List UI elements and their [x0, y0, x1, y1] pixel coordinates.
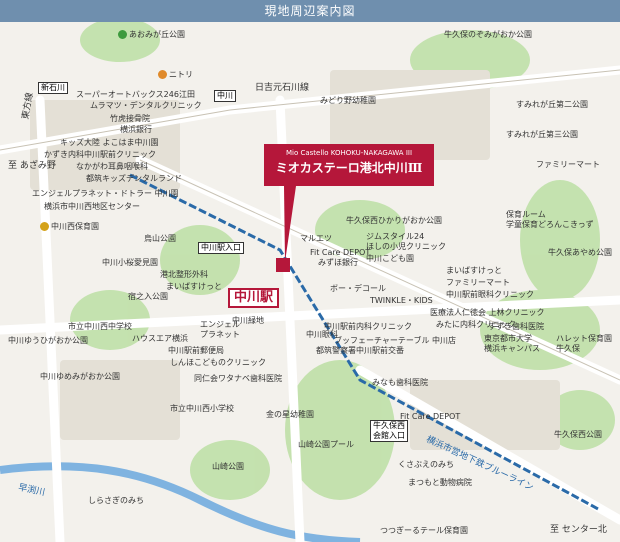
label-kin-hoshi: 金の星幼稚園 — [266, 410, 314, 419]
signal-shin-ishikawa: 新石川 — [38, 82, 68, 94]
property-name-en: Mio Castello KOHOKU-NAKAGAWA III — [285, 149, 413, 157]
label-fitcare: Fit Care DEPOT — [310, 248, 371, 257]
label-suzuki: すずき歯科医院 — [488, 322, 544, 331]
label-shinjo: しんほこどものクリニック — [170, 358, 266, 367]
label-ushikubo-ayame: 牛久保あやめ公園 — [548, 248, 612, 257]
label-yokohama-west: 横浜市中川西地区センター — [44, 202, 140, 211]
label-nakagawa-nishi: 中川西保育園 — [40, 222, 99, 232]
area-map: 現地周辺案内図 Mio Castello KOHOKU-NAKAGAWA III… — [0, 0, 620, 542]
label-minamo: みなも歯科医院 — [372, 378, 428, 387]
label-ushikubo-nozomi: 牛久保のぞみがおか公園 — [444, 30, 532, 39]
map-header: 現地周辺案内図 — [0, 0, 620, 22]
label-sumire3: すみれが丘第三公園 — [506, 130, 578, 139]
label-fitcare2: Fit Care DEPOT — [400, 412, 461, 421]
label-twinkle: TWINKLE・KIDS — [370, 296, 433, 305]
label-takeko: 竹虎接骨院 — [110, 114, 150, 123]
label-house-esu: ハウスエア横浜 — [132, 334, 188, 343]
label-tsuzuki-kids: 都筑キッズデンタルランド — [86, 174, 182, 183]
label-iryo: 医療法人仁徳会 上林クリニック — [430, 308, 545, 317]
road-hiyoshi: 日吉元石川線 — [255, 83, 310, 93]
label-mainosuke: まいばすけっと — [166, 282, 222, 291]
label-energy-planet: エンジェルプラネット・ドトラー 中川園 — [32, 189, 179, 198]
label-tsuzuki-police: 都筑警察署中川駅前交番 — [316, 346, 404, 355]
station-label: 中川駅 — [228, 288, 280, 308]
park-icon — [118, 30, 127, 39]
label-toriuchi: 宿之入公園 — [128, 292, 168, 301]
label-kids-osaka: キッズ大陸 よこはま中川園 — [60, 138, 159, 147]
label-kohoku-seikei: 港北整形外科 — [160, 270, 208, 279]
label-doujinkai: 同仁会ワタナベ歯科医院 — [194, 374, 282, 383]
signal-ushikubo: 牛久保西 会館入口 — [370, 420, 408, 442]
label-aominegaoka: あおみが丘公園 — [118, 30, 185, 40]
road-kusabue: くさぶえのみち — [398, 460, 454, 469]
map-base — [0, 18, 620, 542]
label-hoiku-room: 保育ルーム 学童保育どろんこきっず — [506, 210, 594, 229]
label-ichiritsu-chu: 市立中川西中学校 — [68, 322, 132, 331]
label-familymart2: ファミリーマート — [446, 278, 510, 287]
label-matsumoto: まつもと動物病院 — [408, 478, 472, 487]
label-mizuho: みずほ銀行 — [318, 258, 358, 267]
label-nakagawa-ganka: 中川眼科 — [306, 330, 338, 339]
signal-nakagawa: 中川 — [214, 90, 236, 102]
label-nitori: ニトリ — [158, 70, 193, 80]
school-icon — [40, 222, 49, 231]
label-ushikubo-hikari: 牛久保西ひかりがおか公園 — [346, 216, 442, 225]
label-nakagawa-yumemi: 中川ゆめみがおか公園 — [40, 372, 120, 381]
label-gym: ジムスタイル24 — [366, 232, 425, 241]
label-muramatsu: ムラマツ・デンタルクリニック — [90, 101, 202, 110]
property-name-jp: ミオカステーロ港北中川Ⅲ — [275, 161, 423, 175]
label-tsutsuji: つつぎーるテール保育園 — [380, 526, 468, 535]
label-yamasaki: 山崎公園 — [212, 462, 244, 471]
label-hoshino: ほしの小児クリニック — [366, 242, 446, 251]
property-callout: Mio Castello KOHOKU-NAKAGAWA III ミオカステーロ… — [264, 144, 434, 186]
label-nakagawa-yuki: 中川ゆうひがおか公園 — [8, 336, 88, 345]
label-kosakurai: 中川小桜愛見園 — [102, 258, 158, 267]
label-nakagawa-ekimae: 中川駅前眼科クリニック — [446, 290, 534, 299]
label-tokyo-univ: 東京都市大学 横浜キャンパス — [484, 334, 540, 353]
label-nakagawa-post: 中川駅前郵便局 — [168, 346, 224, 355]
label-mainosuke2: まいばすけっと — [446, 266, 502, 275]
shop-icon — [158, 70, 167, 79]
label-ushikubo-nishi-park: 牛久保西公園 — [554, 430, 602, 439]
label-yokohama-bank: 横浜銀行 — [120, 125, 152, 134]
label-ichiritsu-sho: 市立中川西小学校 — [170, 404, 234, 413]
road-shirasagi: しらさぎのみち — [88, 496, 144, 505]
label-nakagawa-ryokuchi: 中川緑地 — [232, 316, 264, 325]
label-midorino: みどり野幼稚園 — [320, 96, 376, 105]
label-yamasaki-pool: 山崎公園プール — [298, 440, 354, 449]
label-haretto: ハレット保育園 牛久保 — [556, 334, 612, 353]
label-karasuyama: 烏山公園 — [144, 234, 176, 243]
road-center-kita: 至 センター北 — [550, 525, 607, 535]
label-kakiuchi: かずき内科中川駅前クリニック — [44, 150, 156, 159]
label-nakagawa-kodomo: 中川こども園 — [366, 254, 414, 263]
label-maruetsu: マルエツ — [300, 234, 332, 243]
label-buffet: ブッフェーチャーテーブル 中川店 — [334, 336, 456, 345]
label-nakagawa-ent: なかがわ耳鼻咽喉科 — [76, 162, 148, 171]
label-sumire2: すみれが丘第二公園 — [516, 100, 588, 109]
label-familymart: ファミリーマート — [536, 160, 600, 169]
signal-nakagawa-ekiiriguchi: 中川駅入口 — [198, 242, 244, 254]
label-super-autobacs: スーパーオートバックス246江田 — [76, 90, 195, 99]
label-bo-decor: ボー・デコール — [330, 284, 386, 293]
